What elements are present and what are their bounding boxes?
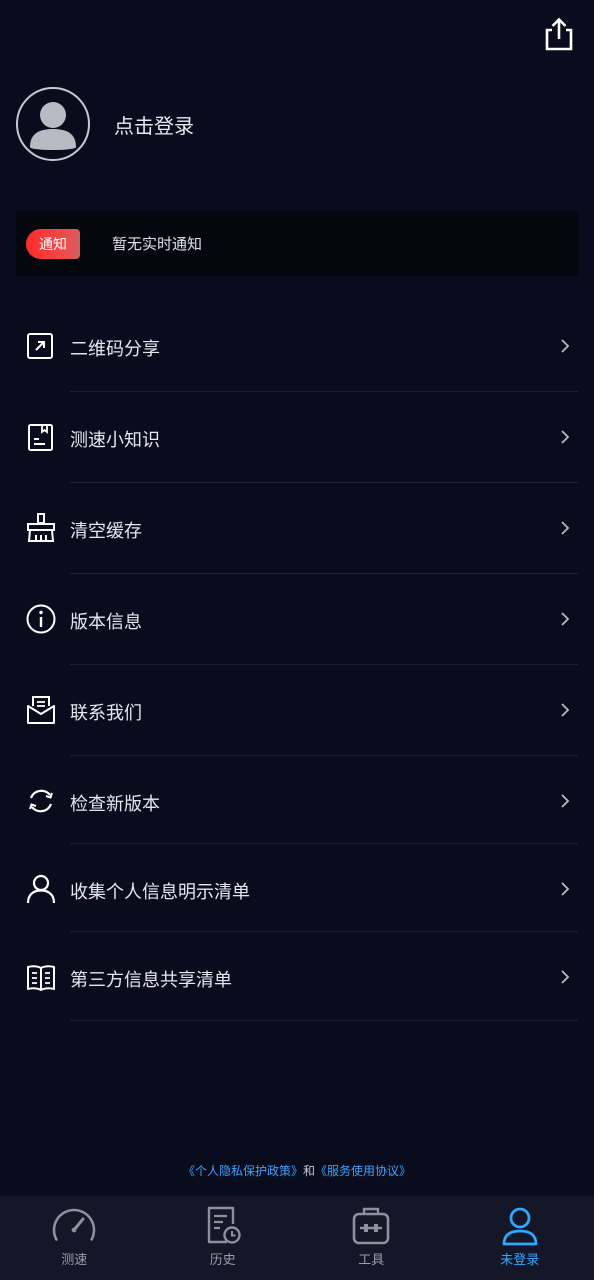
login-profile[interactable]: 点击登录: [16, 85, 194, 163]
menu-item-version-info[interactable]: 版本信息: [0, 574, 594, 665]
menu-item-label: 清空缓存: [70, 521, 142, 542]
tab-label: 工具: [358, 1253, 385, 1268]
menu-item-personal-info-list[interactable]: 收集个人信息明示清单: [0, 844, 594, 932]
menu-item-qr-share[interactable]: 二维码分享: [0, 301, 594, 392]
speedometer-icon: [52, 1208, 96, 1241]
menu-item-label: 第三方信息共享清单: [70, 970, 232, 991]
history-icon: [207, 1206, 241, 1244]
chevron-right-icon: [561, 794, 570, 808]
tab-label: 历史: [209, 1253, 236, 1268]
menu-item-label: 检查新版本: [70, 794, 160, 815]
settings-menu: 二维码分享 测速小知识 清空缓存 版本信息 联系我们 检查新版本 收集个人信息明…: [0, 301, 594, 1021]
menu-item-clear-cache[interactable]: 清空缓存: [0, 483, 594, 574]
menu-item-label: 联系我们: [70, 703, 142, 724]
tab-speed-test[interactable]: 测速: [0, 1196, 149, 1280]
chevron-right-icon: [561, 430, 570, 444]
broom-icon: [27, 513, 55, 542]
open-book-icon: [27, 965, 55, 991]
menu-item-speed-knowledge[interactable]: 测速小知识: [0, 392, 594, 483]
chevron-right-icon: [561, 703, 570, 717]
menu-item-label: 收集个人信息明示清单: [70, 882, 250, 903]
tab-tools[interactable]: 工具: [297, 1196, 446, 1280]
tab-label: 测速: [61, 1253, 88, 1268]
share-export-icon: [545, 17, 573, 51]
share-button[interactable]: [540, 16, 578, 54]
legal-connector: 和: [302, 1164, 315, 1178]
tab-profile[interactable]: 未登录: [446, 1196, 594, 1280]
qr-share-icon: [27, 333, 53, 359]
service-agreement-link[interactable]: 《服务使用协议》: [315, 1164, 411, 1178]
notice-text: 暂无实时通知: [112, 235, 203, 253]
privacy-policy-link[interactable]: 《个人隐私保护政策》: [183, 1164, 303, 1178]
login-label[interactable]: 点击登录: [114, 110, 194, 139]
chevron-right-icon: [561, 521, 570, 535]
menu-item-contact-us[interactable]: 联系我们: [0, 665, 594, 756]
profile-icon: [502, 1207, 538, 1246]
tab-label: 未登录: [500, 1253, 540, 1268]
avatar[interactable]: [16, 87, 90, 161]
mail-icon: [27, 696, 55, 724]
divider: [70, 1020, 578, 1021]
menu-item-third-party-list[interactable]: 第三方信息共享清单: [0, 932, 594, 1021]
notice-badge: 通知: [26, 228, 80, 259]
notice-bar: 通知 暂无实时通知: [16, 211, 578, 276]
legal-links: 《个人隐私保护政策》和《服务使用协议》: [0, 1162, 594, 1179]
chevron-right-icon: [561, 970, 570, 984]
default-avatar-icon: [30, 102, 76, 150]
bottom-tab-bar: 测速 历史 工具 未登录: [0, 1196, 594, 1280]
menu-item-label: 测速小知识: [70, 430, 160, 451]
user-icon: [26, 874, 56, 904]
menu-item-check-update[interactable]: 检查新版本: [0, 756, 594, 844]
chevron-right-icon: [561, 612, 570, 626]
tab-history[interactable]: 历史: [149, 1196, 298, 1280]
toolbox-icon: [352, 1207, 390, 1245]
chevron-right-icon: [561, 339, 570, 353]
chevron-right-icon: [561, 882, 570, 896]
menu-item-label: 二维码分享: [70, 339, 160, 360]
refresh-icon: [29, 789, 53, 813]
info-icon: [26, 604, 56, 634]
knowledge-book-icon: [28, 424, 53, 451]
menu-item-label: 版本信息: [70, 612, 142, 633]
